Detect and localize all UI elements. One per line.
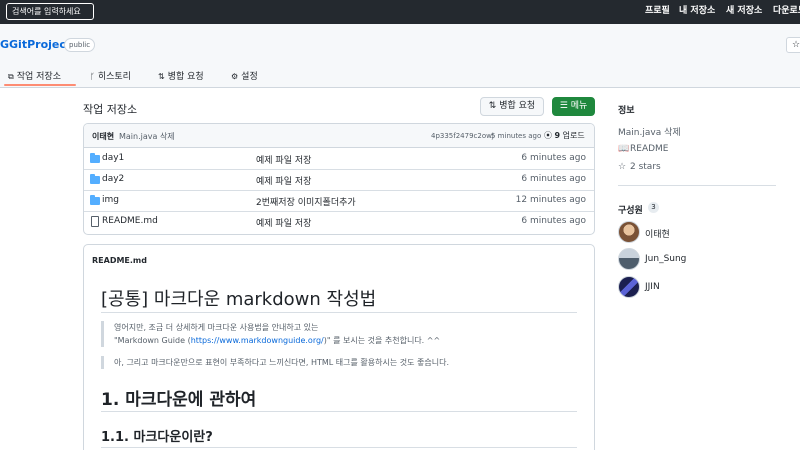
- gear-icon: ⚙: [231, 72, 239, 81]
- file-row[interactable]: README.md 예제 파일 저장 6 minutes ago: [84, 212, 594, 233]
- pull-request-icon: ⇅: [488, 101, 497, 111]
- contributor-name[interactable]: Jun_Sung: [645, 254, 686, 264]
- nav-download-link[interactable]: 다운로드: [773, 0, 800, 24]
- commit-count-link[interactable]: ⦿ 9 업로드: [544, 130, 585, 141]
- book-icon: 📖: [618, 144, 630, 154]
- file-commit-message[interactable]: 예제 파일 저장: [256, 153, 311, 166]
- pull-request-button-label: 병합 요청: [499, 101, 536, 111]
- quote-line: 영어지만, 조금 더 상세하게 마크다운 사용법을 안내하고 있는: [114, 323, 319, 332]
- file-name[interactable]: img: [102, 195, 119, 205]
- file-time: 6 minutes ago: [521, 153, 586, 163]
- file-row[interactable]: img 2번째저장 이미지폴더추가 12 minutes ago: [84, 191, 594, 212]
- readme-panel: README.md [공통] 마크다운 markdown 작성법 영어지만, 조…: [83, 244, 595, 450]
- commit-author[interactable]: 이태현: [92, 131, 114, 142]
- commit-hash[interactable]: 4p335f2479c2owj: [431, 132, 494, 140]
- file-row[interactable]: day2 예제 파일 저장 6 minutes ago: [84, 170, 594, 191]
- readme-header: README.md: [84, 245, 594, 275]
- file-list: 이태현 Main.java 삭제 4p335f2479c2owj 5 minut…: [83, 123, 595, 235]
- folder-icon: [90, 153, 100, 163]
- nav-my-repos-link[interactable]: 내 저장소: [679, 0, 715, 24]
- file-time: 12 minutes ago: [515, 195, 586, 205]
- markdown-guide-link[interactable]: https://www.markdownguide.org/: [191, 336, 324, 345]
- file-name[interactable]: README.md: [102, 216, 158, 226]
- pin-button[interactable]: ☆: [786, 37, 800, 53]
- commit-message[interactable]: Main.java 삭제: [119, 131, 175, 142]
- menu-button[interactable]: ☰ 메뉴: [552, 97, 595, 116]
- stars-link[interactable]: ☆ 2 stars: [618, 162, 661, 172]
- commit-count: 9: [554, 131, 561, 140]
- search-input[interactable]: 검색어를 입력하세요: [6, 3, 94, 20]
- file-icon: [91, 216, 99, 227]
- about-last-commit: Main.java 삭제: [618, 128, 681, 138]
- quote-text: )" 를 보시는 것을 추천합니다. ^^: [323, 336, 441, 345]
- page-title: 작업 저장소: [83, 103, 138, 116]
- contributors-title: 구성원: [618, 206, 643, 216]
- readme-blockquote: 영어지만, 조금 더 상세하게 마크다운 사용법을 안내하고 있는 "Markd…: [101, 321, 440, 347]
- top-bar: 검색어를 입력하세요 프로필 내 저장소 새 저장소 다운로드: [0, 0, 800, 24]
- sidebar-divider: [618, 185, 776, 186]
- readme-heading-3: 1.1. 마크다운이란?: [101, 430, 213, 445]
- code-icon: ⧉: [8, 72, 14, 81]
- contributor-name[interactable]: JJIN: [645, 282, 660, 292]
- about-title: 정보: [618, 106, 635, 116]
- repo-header: GGitProject public ☆ ⧉ 작업 저장소 ᚴ 히스토리 ⇅ 병합 요…: [0, 24, 800, 88]
- avatar[interactable]: [618, 248, 640, 270]
- file-time: 6 minutes ago: [521, 216, 586, 226]
- repo-name[interactable]: GGitProject: [0, 38, 71, 51]
- file-commit-message[interactable]: 2번째저장 이미지폴더추가: [256, 195, 356, 208]
- heading-divider: [101, 312, 577, 313]
- nav-new-repo-link[interactable]: 새 저장소: [726, 0, 762, 24]
- avatar[interactable]: [618, 276, 640, 298]
- quote-line: 아, 그리고 마크다운만으로 표현이 부족하다고 느끼신다면, HTML 태그를…: [114, 358, 449, 367]
- tab-settings[interactable]: ⚙ 설정: [231, 68, 258, 88]
- file-row[interactable]: day1 예제 파일 저장 6 minutes ago: [84, 149, 594, 170]
- readme-link-label: README: [630, 144, 669, 154]
- heading-divider: [101, 447, 577, 448]
- file-time: 6 minutes ago: [521, 174, 586, 184]
- pull-request-button[interactable]: ⇅ 병합 요청: [480, 97, 544, 116]
- tab-history[interactable]: ᚴ 히스토리: [90, 68, 131, 88]
- clock-icon: ⦿: [544, 131, 552, 140]
- file-name[interactable]: day2: [102, 174, 124, 184]
- folder-icon: [90, 195, 100, 205]
- tab-pull-requests[interactable]: ⇅ 병합 요청: [158, 68, 204, 88]
- readme-heading-1: [공통] 마크다운 markdown 작성법: [101, 289, 377, 310]
- readme-title: README.md: [92, 256, 147, 265]
- pull-request-icon: ⇅: [158, 72, 165, 81]
- pin-icon: ☆: [791, 40, 800, 50]
- nav-profile-link[interactable]: 프로필: [645, 0, 670, 24]
- visibility-badge: public: [64, 38, 96, 52]
- file-commit-message[interactable]: 예제 파일 저장: [256, 174, 311, 187]
- readme-heading-2: 1. 마크다운에 관하여: [101, 390, 257, 410]
- stars-label: 2 stars: [630, 162, 661, 172]
- quote-line: "Markdown Guide (https://www.markdowngui…: [114, 334, 440, 347]
- star-icon: ☆: [618, 162, 627, 172]
- tab-label: 병합 요청: [167, 72, 204, 82]
- tab-label: 히스토리: [97, 72, 131, 82]
- contributors-count-badge: 3: [648, 202, 659, 213]
- latest-commit-row: 이태현 Main.java 삭제 4p335f2479c2owj 5 minut…: [84, 124, 594, 148]
- commit-count-label: 업로드: [562, 131, 585, 140]
- readme-link[interactable]: 📖README: [618, 144, 668, 154]
- active-tab-indicator: [4, 84, 76, 86]
- tab-label: 설정: [241, 72, 258, 82]
- readme-blockquote: 아, 그리고 마크다운만으로 표현이 부족하다고 느끼신다면, HTML 태그를…: [101, 356, 449, 369]
- file-commit-message[interactable]: 예제 파일 저장: [256, 216, 311, 229]
- commit-time: 5 minutes ago: [491, 132, 542, 140]
- contributor-name[interactable]: 이태현: [645, 227, 670, 240]
- menu-button-label: 메뉴: [570, 101, 588, 111]
- tab-label: 작업 저장소: [16, 72, 61, 82]
- branch-icon: ᚴ: [90, 72, 95, 81]
- menu-icon: ☰: [559, 101, 568, 111]
- file-name[interactable]: day1: [102, 153, 124, 163]
- avatar[interactable]: [618, 221, 640, 243]
- folder-icon: [90, 174, 100, 184]
- quote-text: "Markdown Guide (: [114, 336, 191, 345]
- heading-divider: [101, 411, 577, 412]
